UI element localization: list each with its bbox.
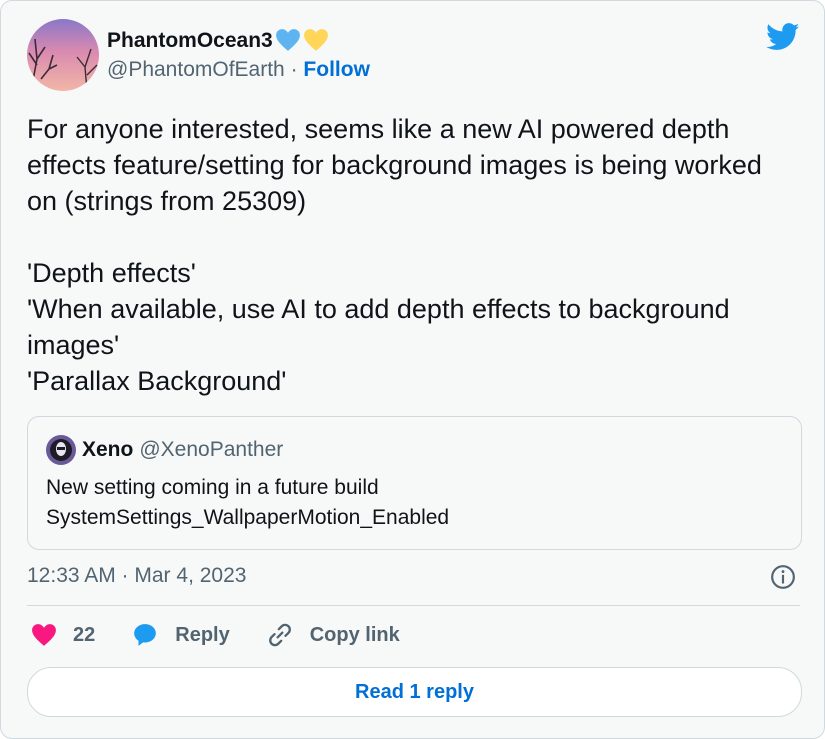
twitter-bird-icon[interactable] [766,23,800,51]
yellow-heart-icon [303,29,328,52]
separator-dot: · [290,58,298,81]
quoted-author-handle: @XenoPanther [139,438,284,461]
copy-link-button[interactable]: Copy link [266,621,400,649]
tweet-text: For anyone interested, seems like a new … [27,114,762,396]
author-avatar[interactable] [27,19,99,91]
tweet-card: PhantomOcean3 @PhantomOfEarth · Follow F… [0,0,825,739]
tweet-actions: 22 Reply Copy link [31,621,436,649]
blue-heart-icon [275,29,300,52]
author-display-name-row[interactable]: PhantomOcean3 [107,28,370,53]
like-heart-icon [32,624,56,646]
copy-link-label: Copy link [309,623,400,646]
quoted-tweet-header: Xeno @XenoPanther [46,435,283,465]
author-handle-row: @PhantomOfEarth · Follow [107,57,370,82]
author-handle[interactable]: @PhantomOfEarth [107,58,285,81]
tweet-header: PhantomOcean3 @PhantomOfEarth · Follow [27,19,370,91]
quoted-tweet-text: New setting coming in a future build Sys… [46,476,450,529]
divider [27,605,800,606]
reply-button[interactable]: Reply [131,622,230,648]
read-replies-button[interactable]: Read 1 reply [27,667,802,717]
like-button[interactable]: 22 [31,623,95,647]
follow-button[interactable]: Follow [303,58,370,81]
author-display-name[interactable]: PhantomOcean3 [107,28,273,53]
quoted-author-name: Xeno [82,438,134,461]
quoted-author-avatar [46,435,76,465]
tweet-timestamp[interactable]: 12:33 AM · Mar 4, 2023 [27,564,246,588]
like-count: 22 [73,623,96,646]
info-icon[interactable] [770,564,796,590]
reply-bubble-icon [134,624,157,646]
link-icon [268,623,291,647]
quoted-tweet[interactable]: Xeno @XenoPanther New setting coming in … [27,416,802,550]
reply-label: Reply [175,623,230,646]
